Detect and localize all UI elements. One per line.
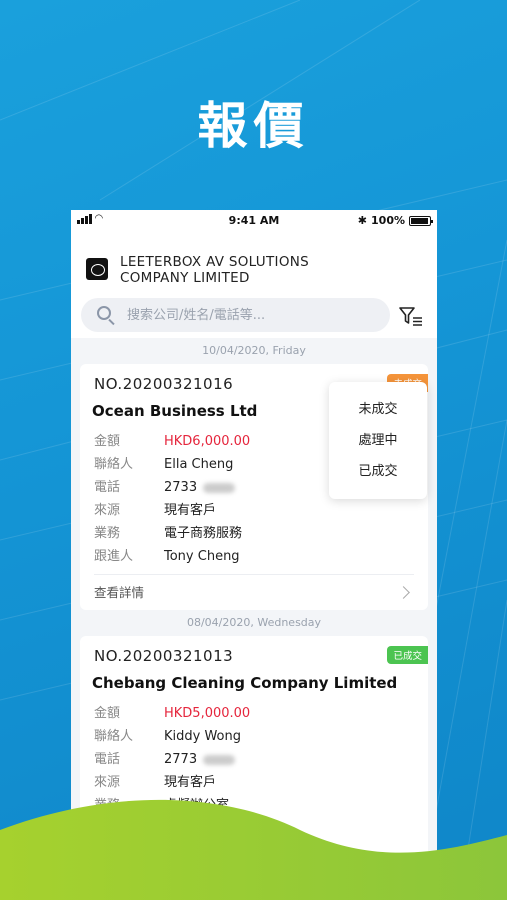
field-row: 來源 現有客戶 [94, 503, 217, 518]
battery-percent: 100% [371, 214, 405, 227]
field-row: 聯絡人 Kiddy Wong [94, 729, 242, 744]
filter-option-pending[interactable]: 未成交 [329, 394, 427, 425]
chevron-right-icon [397, 586, 410, 599]
field-row: 跟進人 Tony Cheng [94, 549, 240, 564]
search-icon [97, 306, 111, 320]
date-separator: 08/04/2020, Wednesday [186, 616, 322, 629]
field-row: 業務 電子商務服務 [94, 526, 243, 541]
green-wave-decoration [0, 799, 507, 900]
amount-value: HKD6,000.00 [164, 434, 251, 449]
status-bar: ◠ 9:41 AM ✱ 100% [71, 210, 437, 230]
company-logo [86, 258, 108, 280]
search-input[interactable] [127, 298, 377, 332]
status-badge: 已成交 [387, 646, 428, 664]
hero-title: 報價 [197, 97, 310, 155]
redacted-digits [203, 482, 236, 493]
field-row: 金額 HKD5,000.00 [94, 702, 414, 725]
view-details-link[interactable]: 查看詳情 [94, 574, 414, 610]
bluetooth-icon: ✱ [357, 214, 368, 227]
field-row: 電話 2773 [94, 748, 414, 771]
amount-value: HKD5,000.00 [164, 706, 251, 721]
redacted-digits [203, 754, 236, 765]
filter-option-done[interactable]: 已成交 [329, 456, 427, 487]
header: LEETERBOX AV SOLUTIONS COMPANY LIMITED [71, 230, 437, 338]
date-separator: 10/04/2020, Friday [202, 344, 306, 357]
quote-number: NO.20200321013 [94, 647, 234, 665]
filter-icon[interactable] [398, 306, 424, 328]
status-filter-dropdown: 未成交 處理中 已成交 [329, 382, 427, 499]
company-name: LEETERBOX AV SOLUTIONS COMPANY LIMITED [120, 254, 310, 286]
filter-option-processing[interactable]: 處理中 [329, 425, 427, 456]
customer-company: Chebang Cleaning Company Limited [92, 674, 398, 692]
search-box[interactable] [81, 298, 390, 332]
battery-icon [409, 215, 433, 226]
